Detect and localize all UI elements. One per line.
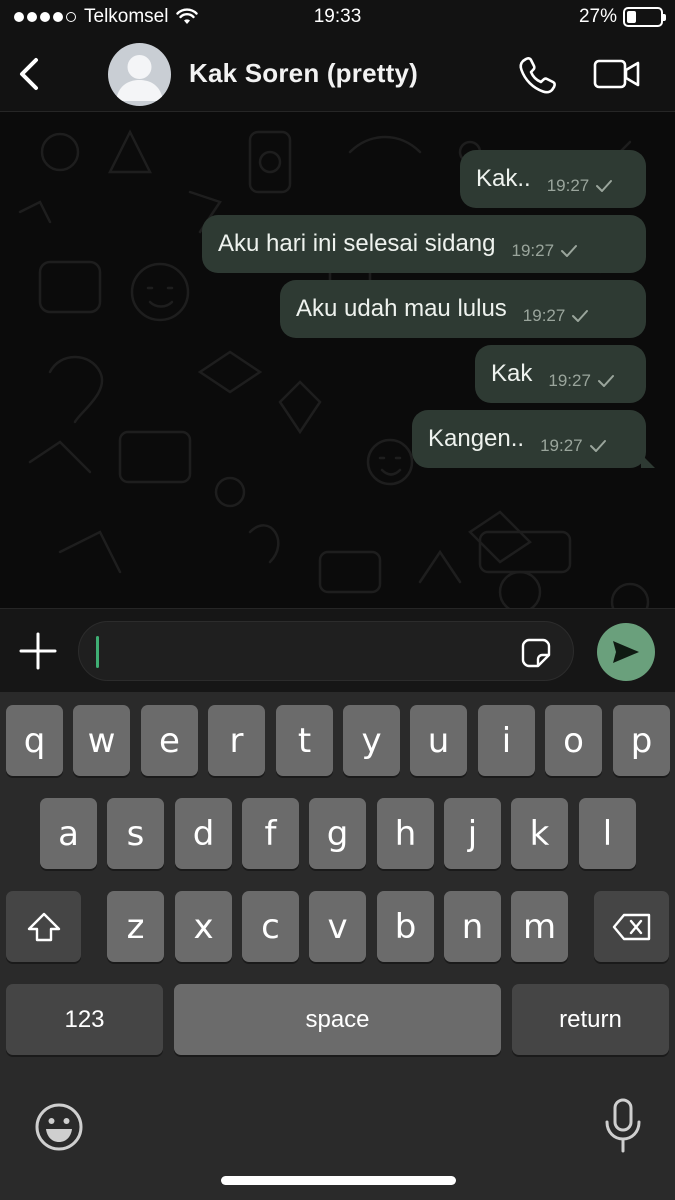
key-a[interactable]: a [40,798,97,869]
message-bubble[interactable]: Kak 19:27 [475,345,646,403]
key-z[interactable]: z [107,891,164,962]
shift-arrow-icon [27,912,60,941]
microphone-icon[interactable] [603,1098,643,1154]
key-e[interactable]: e [141,705,198,776]
home-indicator[interactable] [221,1176,456,1185]
message-text: Aku hari ini selesai sidang [218,230,496,257]
message-text: Kak.. [476,165,531,192]
message-bubble[interactable]: Kangen.. 19:27 [412,410,655,468]
plus-icon[interactable] [18,631,58,671]
key-i[interactable]: i [478,705,535,776]
key-c[interactable]: c [242,891,299,962]
key-n[interactable]: n [444,891,501,962]
sent-check-icon [561,245,578,257]
message-bubble[interactable]: Aku udah mau lulus 19:27 [280,280,646,338]
key-s[interactable]: s [107,798,164,869]
shift-key[interactable] [6,891,81,962]
message-meta: 19:27 [547,176,614,196]
key-d[interactable]: d [175,798,232,869]
key-q[interactable]: q [6,705,63,776]
space-key[interactable]: space [174,984,501,1055]
message-time: 19:27 [522,306,566,325]
keyboard: q w e r t y u i o p a s d f g h j k l z … [0,692,675,1200]
message-bubble[interactable]: Aku hari ini selesai sidang 19:27 [202,215,646,273]
status-time: 19:33 [313,6,362,27]
message-time: 19:27 [511,241,555,260]
key-x[interactable]: x [175,891,232,962]
sent-check-icon [596,180,613,192]
chat-header: Kak Soren (pretty) [0,36,675,112]
return-key[interactable]: return [512,984,669,1055]
sticker-icon[interactable] [521,638,551,668]
chat-area[interactable]: Kak.. 19:27 Aku hari ini selesai sidang … [0,112,675,608]
video-camera-icon[interactable] [592,56,642,92]
key-l[interactable]: l [579,798,636,869]
key-t[interactable]: t [276,705,333,776]
message-bubble[interactable]: Kak.. 19:27 [460,150,646,208]
phone-icon[interactable] [516,54,558,96]
battery-icon [623,7,666,27]
key-y[interactable]: y [343,705,400,776]
battery-fill [627,11,636,23]
key-k[interactable]: k [511,798,568,869]
key-r[interactable]: r [208,705,265,776]
emoji-icon[interactable] [34,1102,84,1152]
key-j[interactable]: j [444,798,501,869]
key-o[interactable]: o [545,705,602,776]
message-meta: 19:27 [548,371,615,391]
text-cursor [96,636,99,668]
backspace-icon [612,913,650,940]
status-right: 27% [578,6,666,28]
key-f[interactable]: f [242,798,299,869]
key-u[interactable]: u [410,705,467,776]
message-time: 19:27 [548,371,591,390]
sent-check-icon [572,310,589,322]
key-h[interactable]: h [377,798,434,869]
numbers-key[interactable]: 123 [6,984,163,1055]
avatar[interactable] [108,43,171,106]
status-bar: Telkomsel 19:33 27% [0,0,675,36]
message-text: Kangen.. [428,425,525,452]
person-icon [116,55,163,101]
contact-name[interactable]: Kak Soren (pretty) [189,58,418,89]
sent-check-icon [597,375,614,387]
key-p[interactable]: p [613,705,670,776]
message-meta: 19:27 [512,241,579,261]
message-input[interactable] [78,621,574,681]
composer-bar [0,608,675,692]
message-time: 19:27 [540,436,583,455]
back-chevron-icon[interactable] [12,54,48,94]
battery-percent: 27% [578,6,617,27]
sent-check-icon [589,440,606,452]
message-meta: 19:27 [540,436,607,456]
key-m[interactable]: m [511,891,568,962]
key-g[interactable]: g [309,798,366,869]
send-icon [613,641,639,663]
backspace-key[interactable] [594,891,669,962]
send-button[interactable] [597,623,655,681]
key-v[interactable]: v [309,891,366,962]
key-w[interactable]: w [73,705,130,776]
key-b[interactable]: b [377,891,434,962]
message-text: Kak [491,360,533,387]
message-meta: 19:27 [523,306,590,326]
message-text: Aku udah mau lulus [296,295,507,322]
message-time: 19:27 [546,176,590,195]
